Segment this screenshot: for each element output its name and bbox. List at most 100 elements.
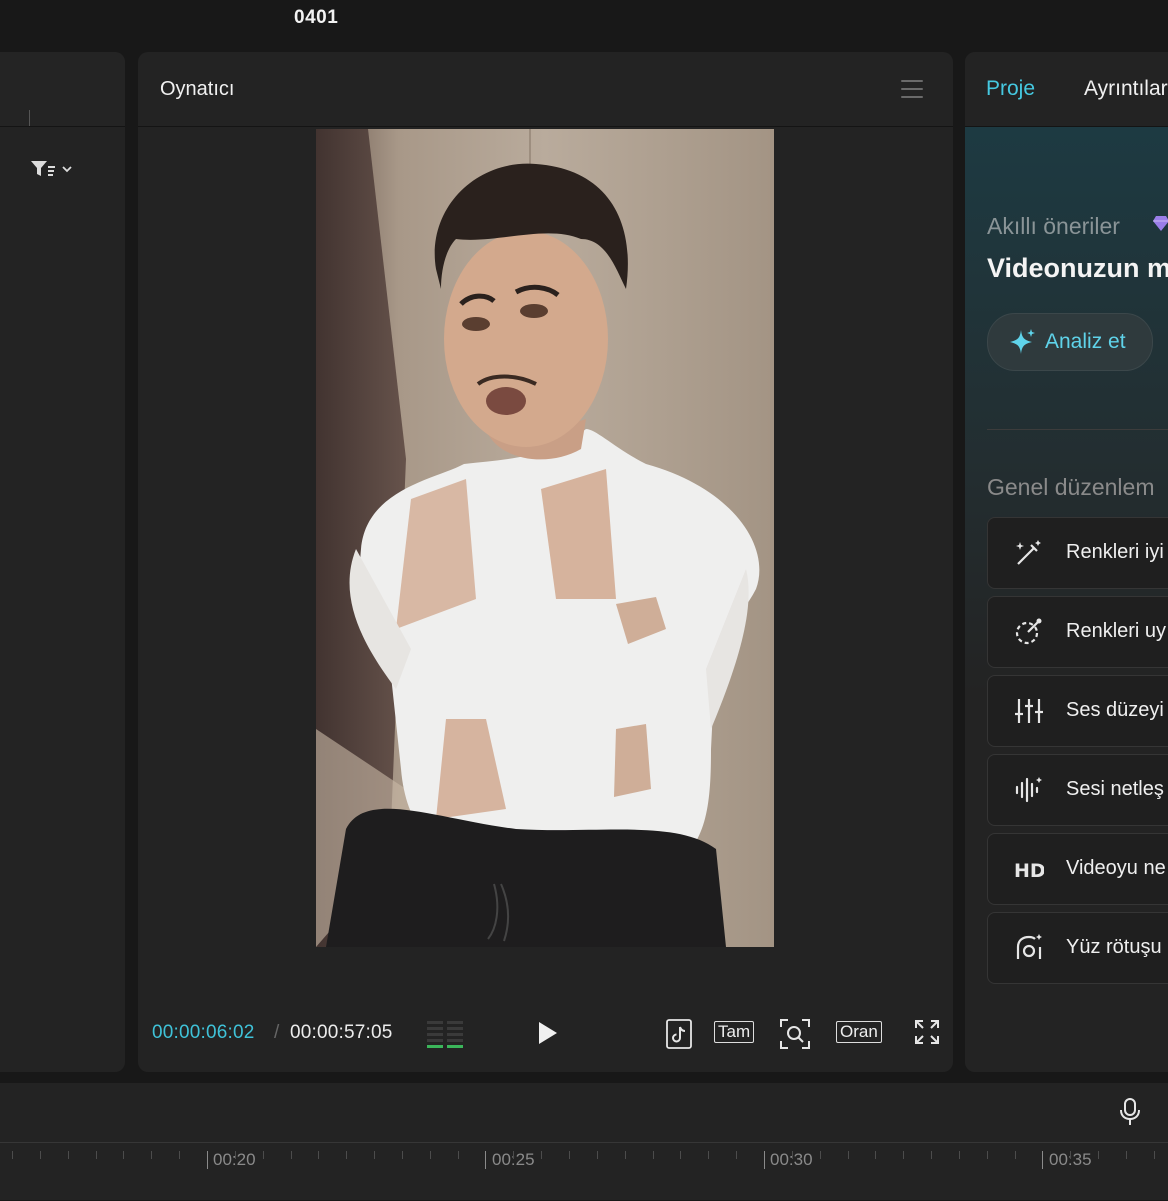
ruler-tick [151, 1151, 152, 1159]
ruler-tick [1070, 1151, 1071, 1159]
ruler-tick [541, 1151, 542, 1159]
tool-label: Sesi netleş [1066, 778, 1164, 800]
analyze-button[interactable]: Analiz et [987, 313, 1153, 371]
tab-details[interactable]: Ayrıntılar [1084, 77, 1168, 101]
magic-wand-icon [1016, 540, 1041, 565]
ruler-tick [263, 1151, 264, 1159]
ruler-tick [207, 1151, 208, 1169]
ruler-tick [625, 1151, 626, 1159]
filter-sort-button[interactable] [30, 158, 72, 180]
sparkle-icon [1010, 329, 1035, 354]
ruler-tick [458, 1151, 459, 1159]
tool-label: Renkleri uy [1066, 620, 1167, 642]
ruler-tick [318, 1151, 319, 1159]
ruler-tick [402, 1151, 403, 1159]
ruler-tick [68, 1151, 69, 1159]
ruler-tick [653, 1151, 654, 1159]
timeline-ruler[interactable]: 00:20 00:25 00:30 00:35 [0, 1142, 1168, 1201]
tool-enhance-video[interactable]: HD Videoyu ne [987, 833, 1168, 905]
media-panel [0, 52, 125, 1072]
audio-meter-icon [427, 1021, 463, 1048]
player-panel: Oynatıcı 00:00:06:02 / 00:00:57:05 Tam O… [138, 52, 953, 1072]
ruler-tick [123, 1151, 124, 1159]
ruler-tick [179, 1151, 180, 1159]
toolbar-divider [29, 110, 30, 126]
ratio-button[interactable]: Oran [836, 1021, 882, 1043]
tool-label: Yüz rötuşu [1066, 936, 1162, 958]
face-retouch-icon [1016, 934, 1042, 959]
audio-wave-icon [1015, 777, 1042, 803]
smart-suggestions-label: Akıllı öneriler [987, 213, 1120, 239]
svg-text:HD: HD [1014, 860, 1044, 882]
ruler-tick [1042, 1151, 1043, 1169]
ruler-tick [848, 1151, 849, 1159]
media-panel-header [0, 52, 125, 127]
hd-icon: HD [1014, 860, 1044, 882]
ruler-tick [736, 1151, 737, 1159]
ruler-tick [346, 1151, 347, 1159]
current-timecode: 00:00:06:02 [152, 1022, 255, 1043]
ruler-tick [708, 1151, 709, 1159]
properties-header: Proje Ayrıntılar [965, 52, 1168, 127]
ruler-tick [1154, 1151, 1155, 1159]
ruler-tick [40, 1151, 41, 1159]
ruler-tick [820, 1151, 821, 1159]
color-match-icon [1015, 618, 1042, 645]
ruler-tick [12, 1151, 13, 1159]
ruler-tick [875, 1151, 876, 1159]
ruler-tick [235, 1151, 236, 1159]
full-button[interactable]: Tam [714, 1021, 755, 1043]
ruler-tick [1015, 1151, 1016, 1159]
fullscreen-icon[interactable] [914, 1019, 940, 1045]
general-editing-label: Genel düzenlem [987, 474, 1155, 500]
chevron-down-icon [62, 166, 72, 173]
properties-body: Akıllı öneriler Videonuzun m Analiz et G… [965, 127, 1168, 1072]
tool-enhance-colors[interactable]: Renkleri iyi [987, 517, 1168, 589]
ruler-tick [987, 1151, 988, 1159]
ruler-tick [374, 1151, 375, 1159]
ruler-tick [485, 1151, 486, 1169]
ruler-tick [792, 1151, 793, 1159]
filter-icon [31, 161, 55, 176]
ruler-tick [569, 1151, 570, 1159]
analyze-button-label: Analiz et [1045, 330, 1126, 353]
play-icon[interactable] [536, 1020, 560, 1046]
ruler-tick [680, 1151, 681, 1159]
video-preview[interactable] [316, 129, 774, 947]
premium-gem-icon [1153, 216, 1168, 231]
player-header: Oynatıcı [138, 52, 953, 127]
tool-label: Renkleri iyi [1066, 541, 1164, 563]
properties-panel: Proje Ayrıntılar Akıllı öneriler Videonu… [965, 52, 1168, 1072]
ruler-tick [959, 1151, 960, 1159]
ruler-tick [931, 1151, 932, 1159]
video-frame-image [316, 129, 774, 947]
ruler-tick [96, 1151, 97, 1159]
tool-face-retouch[interactable]: Yüz rötuşu [987, 912, 1168, 984]
ruler-tick [597, 1151, 598, 1159]
zoom-icon[interactable] [780, 1019, 810, 1049]
tool-label: Videoyu ne [1066, 857, 1166, 879]
tool-volume[interactable]: Ses düzeyi [987, 675, 1168, 747]
project-title: 0401 [294, 7, 339, 28]
ruler-tick [764, 1151, 765, 1169]
ruler-tick [513, 1151, 514, 1159]
microphone-icon[interactable] [1120, 1098, 1140, 1126]
section-divider [987, 429, 1168, 430]
ruler-tick [1098, 1151, 1099, 1159]
menu-icon[interactable] [901, 80, 923, 98]
ruler-tick [430, 1151, 431, 1159]
tool-match-colors[interactable]: Renkleri uy [987, 596, 1168, 668]
timecode-separator: / [274, 1022, 280, 1043]
tiktok-icon[interactable] [666, 1019, 692, 1049]
ruler-tick [291, 1151, 292, 1159]
timeline-toolbar: 00:20 00:25 00:30 00:35 [0, 1083, 1168, 1200]
player-controls: 00:00:06:02 / 00:00:57:05 Tam Oran [138, 1012, 953, 1052]
tool-clarify-audio[interactable]: Sesi netleş [987, 754, 1168, 826]
total-timecode: 00:00:57:05 [290, 1022, 393, 1043]
player-title: Oynatıcı [160, 78, 235, 100]
tool-label: Ses düzeyi [1066, 699, 1164, 721]
smart-suggestions-title: Videonuzun m [987, 253, 1168, 283]
ruler-tick [903, 1151, 904, 1159]
tab-project[interactable]: Proje [986, 77, 1035, 101]
ruler-tick [1126, 1151, 1127, 1159]
